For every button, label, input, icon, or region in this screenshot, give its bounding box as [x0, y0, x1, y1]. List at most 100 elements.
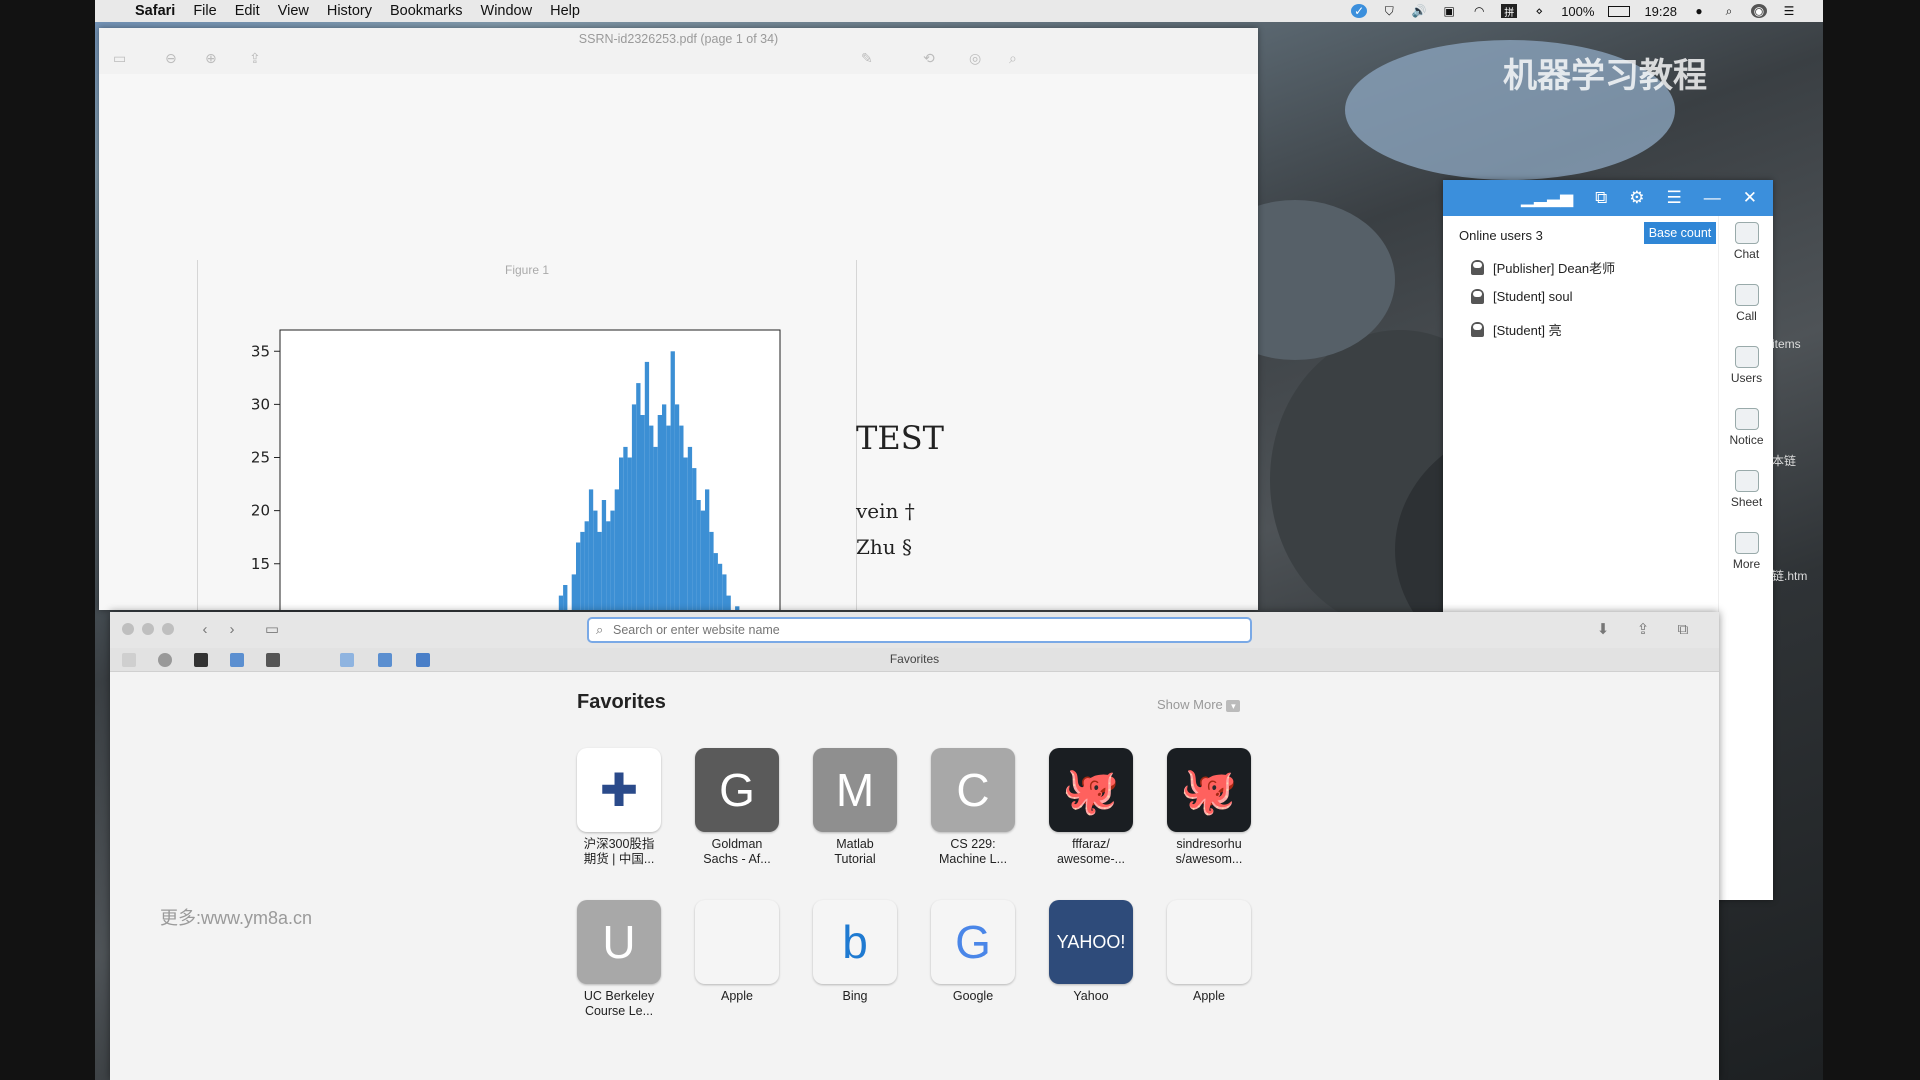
bookmarks-bar: Favorites	[110, 648, 1719, 672]
favorite-tile[interactable]: M Matlab Tutorial	[813, 748, 897, 867]
menu-file[interactable]: File	[184, 0, 225, 22]
histogram-bar	[735, 606, 740, 610]
favorite-tile[interactable]: 🐙 fffaraz/awesome-...	[1049, 748, 1133, 867]
share-icon[interactable]: ⇪	[249, 50, 261, 67]
zoom-in-icon[interactable]: ⊕	[205, 50, 217, 67]
app-status-icon[interactable]: ✓	[1351, 4, 1368, 18]
side-users-label: Users	[1730, 371, 1763, 385]
safari-toolbar: ‹ › ▭ ⌕ ⬇ ⇪ ⧉	[110, 612, 1719, 648]
minimize-icon[interactable]: —	[1704, 188, 1721, 208]
siri-icon[interactable]: ◉	[1751, 4, 1767, 18]
menu-edit[interactable]: Edit	[226, 0, 269, 22]
favorite-tile[interactable]: U UC Berkeley Course Le...	[577, 900, 661, 1019]
user-name: [Publisher] Dean老师	[1493, 261, 1616, 276]
share-icon[interactable]: ⇪	[1630, 620, 1656, 640]
screen-icon[interactable]: ⧉	[1595, 188, 1607, 208]
chat-sidebar: Chat Call Users Notice Sheet More	[1718, 216, 1773, 900]
chat-header: ▁▂▃▅ ⧉ ⚙ ☰ — ✕	[1443, 180, 1773, 216]
user-avatar-icon	[1471, 322, 1484, 337]
favorite-label-line: 期货 | 中国...	[583, 852, 655, 866]
histogram-bar	[674, 404, 680, 610]
status-area: ✓ ⛉ 🔊 ▣ ◠ 拼 ⋄ 100% 19:28 ● ⌕ ◉ ☰	[1351, 0, 1797, 22]
favorite-label: fffaraz/awesome-...	[1049, 837, 1133, 867]
menu-view[interactable]: View	[269, 0, 318, 22]
favorite-icon: ✚	[577, 748, 661, 832]
side-notice[interactable]: Notice	[1719, 408, 1773, 447]
window-close-button[interactable]	[122, 623, 134, 635]
settings-icon[interactable]: ⚙	[1629, 188, 1644, 208]
close-icon[interactable]: ✕	[1743, 188, 1757, 208]
user-icon[interactable]: ●	[1691, 4, 1707, 18]
zoom-out-icon[interactable]: ⊖	[165, 50, 177, 67]
favorite-tile[interactable]: C CS 229: Machine L...	[931, 748, 1015, 867]
sidebar-toggle-icon[interactable]: ▭	[113, 50, 126, 67]
histogram-bar	[627, 457, 632, 610]
address-input[interactable]	[589, 619, 1250, 641]
show-more-button[interactable]: Show More ▾	[1157, 697, 1241, 712]
rotate-icon[interactable]: ⟲	[923, 50, 935, 67]
shield-icon[interactable]: ⛉	[1381, 4, 1397, 18]
user-row[interactable]: [Publisher] Dean老师	[1471, 258, 1615, 277]
menu-app-name[interactable]: Safari	[126, 0, 184, 22]
forward-icon[interactable]: ›	[219, 620, 245, 640]
side-chat[interactable]: Chat	[1719, 222, 1773, 261]
histogram-bar	[713, 553, 718, 610]
menu-icon[interactable]: ☰	[1667, 188, 1682, 208]
histogram-bar	[670, 351, 675, 610]
tabs-overview-icon[interactable]: ⧉	[1670, 620, 1696, 640]
menu-history[interactable]: History	[318, 0, 381, 22]
window-minimize-button[interactable]	[142, 623, 154, 635]
favorite-tile[interactable]: G Goldman Sachs - Af...	[695, 748, 779, 867]
histogram-bar	[662, 404, 667, 610]
side-call[interactable]: Call	[1719, 284, 1773, 323]
favorite-label-line: awesome-...	[1056, 852, 1126, 866]
favorite-tile[interactable]: G Google	[931, 900, 1015, 1004]
sheet-icon	[1734, 470, 1759, 492]
volume-icon[interactable]: 🔊	[1411, 4, 1427, 18]
side-users[interactable]: Users	[1719, 346, 1773, 385]
wifi-icon[interactable]: ◠	[1471, 4, 1487, 18]
address-bar[interactable]: ⌕	[587, 617, 1252, 643]
menu-window[interactable]: Window	[472, 0, 542, 22]
battery-percent: 100%	[1561, 3, 1595, 19]
side-sheet-label: Sheet	[1730, 495, 1763, 509]
favorite-label-line: Tutorial	[834, 852, 876, 866]
menu-bookmarks[interactable]: Bookmarks	[381, 0, 472, 22]
window-zoom-button[interactable]	[162, 623, 174, 635]
display-icon[interactable]: ▣	[1441, 4, 1457, 18]
input-method-icon[interactable]: 拼	[1501, 4, 1518, 19]
search-icon[interactable]: ⌕	[1009, 50, 1017, 67]
bluetooth-icon[interactable]: ⋄	[1531, 4, 1547, 18]
battery-icon[interactable]	[1608, 5, 1631, 17]
histogram-bar	[644, 361, 650, 610]
signal-icon: ▁▂▃▅	[1520, 188, 1574, 207]
annotate-icon[interactable]: ◎	[969, 50, 981, 67]
favorite-tile[interactable]: ✚ 沪深300股指 期货 | 中国...	[577, 748, 661, 867]
favorite-tile[interactable]: YAHOO! Yahoo	[1049, 900, 1133, 1004]
favorite-tile[interactable]: Apple	[695, 900, 779, 1004]
sidebar-icon[interactable]: ▭	[258, 620, 286, 640]
side-more[interactable]: More	[1719, 532, 1773, 571]
watermark-url: 更多:www.ym8a.cn	[160, 908, 313, 928]
back-icon[interactable]: ‹	[192, 620, 218, 640]
histogram-bar	[584, 521, 589, 610]
user-row[interactable]: [Student] soul	[1471, 289, 1573, 304]
favorite-tile[interactable]: 🐙 sindresorhu s/awesom...	[1167, 748, 1251, 867]
histogram-bar	[563, 585, 568, 610]
notification-center-icon[interactable]: ☰	[1781, 4, 1797, 18]
histogram-bar	[666, 425, 671, 610]
favorite-tile[interactable]: b Bing	[813, 900, 897, 1004]
favorite-tile[interactable]: Apple	[1167, 900, 1251, 1004]
user-row[interactable]: [Student] 亮	[1471, 320, 1562, 339]
desktop-label: 链.htm	[1772, 569, 1808, 583]
menu-help[interactable]: Help	[541, 0, 589, 22]
preview-title: SSRN-id2326253.pdf (page 1 of 34)	[578, 32, 779, 46]
clock[interactable]: 19:28	[1644, 4, 1677, 19]
spotlight-icon[interactable]: ⌕	[1721, 4, 1737, 18]
markup-pen-icon[interactable]: ✎	[861, 50, 873, 67]
favorite-label: CS 229: Machine L...	[931, 837, 1015, 867]
histogram-bar	[597, 531, 602, 610]
downloads-icon[interactable]: ⬇	[1590, 620, 1616, 640]
base-count-button[interactable]: Base count	[1644, 222, 1716, 244]
side-sheet[interactable]: Sheet	[1719, 470, 1773, 509]
